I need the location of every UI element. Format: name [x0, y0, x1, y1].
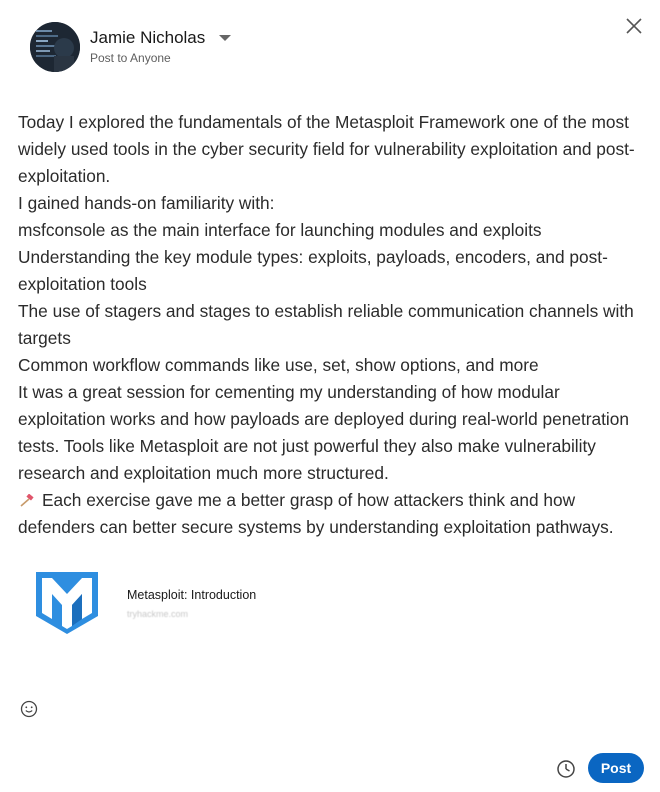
emoji-icon: [20, 700, 38, 718]
closing-text: Each exercise gave me a better grasp of …: [18, 490, 614, 537]
avatar-image: [30, 22, 80, 72]
author-selector[interactable]: Jamie Nicholas Post to Anyone: [90, 27, 232, 67]
metasploit-logo: [36, 572, 98, 634]
post-paragraph: msfconsole as the main interface for lau…: [18, 220, 542, 240]
link-preview[interactable]: Metasploit: Introduction tryhackme.com: [34, 570, 256, 636]
chevron-down-icon: [219, 35, 232, 41]
link-domain: tryhackme.com: [127, 609, 189, 619]
post-paragraph: Common workflow commands like use, set, …: [18, 355, 539, 375]
close-button[interactable]: [622, 14, 646, 38]
hammer-icon: [20, 494, 34, 508]
link-title: Metasploit: Introduction: [127, 588, 257, 602]
clock-icon: [557, 760, 575, 778]
post-paragraph: Today I explored the fundamentals of the…: [18, 112, 635, 186]
author-name: Jamie Nicholas: [90, 28, 206, 47]
post-paragraph: I gained hands-on familiarity with:: [18, 193, 275, 213]
post-button[interactable]: Post: [588, 753, 644, 783]
post-visibility: Post to Anyone: [90, 51, 171, 65]
post-author-header: Jamie Nicholas Post to Anyone: [30, 22, 232, 72]
avatar: [30, 22, 80, 72]
post-paragraph: Understanding the key module types: expl…: [18, 247, 608, 294]
schedule-post-button[interactable]: [555, 758, 577, 780]
post-paragraph-closing: Each exercise gave me a better grasp of …: [18, 487, 648, 541]
close-icon: [626, 18, 642, 34]
post-paragraph: It was a great session for cementing my …: [18, 382, 629, 483]
share-post-dialog: Jamie Nicholas Post to Anyone Today I ex…: [0, 0, 660, 792]
post-text-editor[interactable]: Today I explored the fundamentals of the…: [18, 109, 648, 541]
post-paragraph: The use of stagers and stages to establi…: [18, 301, 634, 348]
emoji-button[interactable]: [19, 699, 39, 719]
